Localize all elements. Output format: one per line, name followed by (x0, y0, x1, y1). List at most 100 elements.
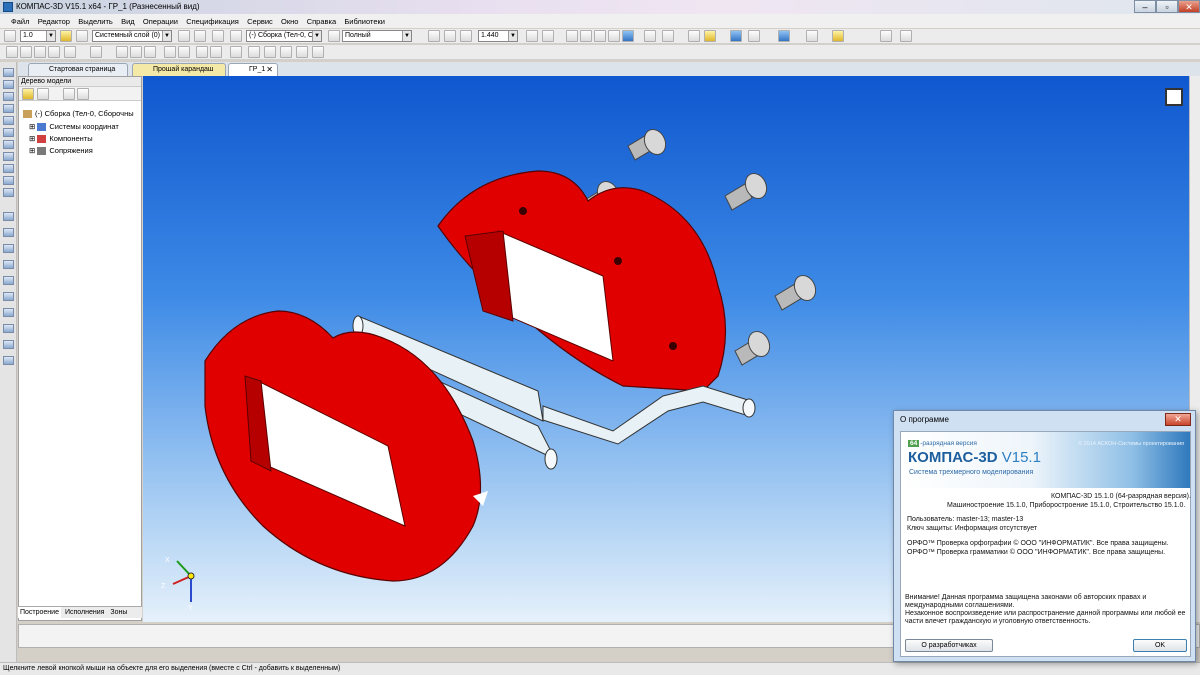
menu-libraries[interactable]: Библиотеки (341, 14, 388, 26)
snap-icon[interactable] (60, 30, 72, 42)
zoom-out-icon[interactable] (444, 30, 456, 42)
redo-icon[interactable] (210, 46, 222, 58)
save-file-icon[interactable] (34, 46, 46, 58)
mcc-icon[interactable] (296, 46, 308, 58)
thin-lines-icon[interactable] (594, 30, 606, 42)
tool-14-icon[interactable] (3, 244, 14, 253)
properties-icon[interactable] (880, 30, 892, 42)
selection-icon[interactable] (832, 30, 844, 42)
halftone-icon[interactable] (608, 30, 620, 42)
paste-props-icon[interactable] (194, 30, 206, 42)
perspective-icon[interactable] (662, 30, 674, 42)
tool-3-icon[interactable] (3, 92, 14, 101)
copy-props-icon[interactable] (178, 30, 190, 42)
tab-zones[interactable]: Зоны (108, 607, 129, 618)
layer-icon[interactable] (76, 30, 88, 42)
mode-combo[interactable]: Полный ▼ (342, 30, 412, 42)
zoom-in-icon[interactable] (428, 30, 440, 42)
menu-service[interactable]: Сервис (244, 14, 276, 26)
zoom-combo[interactable]: 1.440 ▼ (478, 30, 518, 42)
open-file-icon[interactable] (20, 46, 32, 58)
library-manager-icon[interactable] (264, 46, 276, 58)
shaded-icon[interactable] (622, 30, 634, 42)
tree-node-coordinate-systems[interactable]: ⊞ Системы координат (29, 122, 119, 132)
tool-20-icon[interactable] (3, 340, 14, 349)
tool-8-icon[interactable] (3, 152, 14, 161)
undo-icon[interactable] (196, 46, 208, 58)
tool-9-icon[interactable] (3, 164, 14, 173)
tool-4-icon[interactable] (3, 104, 14, 113)
expand-icon[interactable]: ⊞ (29, 146, 35, 155)
more-icon[interactable] (900, 30, 912, 42)
close-tab-icon[interactable]: ✕ (266, 64, 273, 76)
rotate-icon[interactable] (526, 30, 538, 42)
filter-icon[interactable] (730, 30, 742, 42)
preview-icon[interactable] (90, 46, 102, 58)
menu-view[interactable]: Вид (118, 14, 138, 26)
library-icon[interactable] (778, 30, 790, 42)
tool-10-icon[interactable] (3, 176, 14, 185)
print-icon[interactable] (64, 46, 76, 58)
assembly-combo[interactable]: (-) Сборка (Тел-0, С ▼ (246, 30, 322, 42)
tab-start-page[interactable]: Стартовая страница (28, 63, 128, 76)
tool-13-icon[interactable] (3, 228, 14, 237)
tool-21-icon[interactable] (3, 356, 14, 365)
pan-icon[interactable] (542, 30, 554, 42)
step-icon[interactable] (4, 30, 16, 42)
tree-node-assembly[interactable]: (-) Сборка (Тел-0, Сборочны (23, 109, 134, 119)
tree-collapse-icon[interactable] (63, 88, 75, 100)
tool-19-icon[interactable] (3, 324, 14, 333)
tool-17-icon[interactable] (3, 292, 14, 301)
minimize-button[interactable]: – (1134, 0, 1156, 13)
tree-icon[interactable] (312, 46, 324, 58)
tree-view-icon[interactable] (37, 88, 49, 100)
tool-7-icon[interactable] (3, 140, 14, 149)
menu-editor[interactable]: Редактор (35, 14, 73, 26)
tool-2-icon[interactable] (3, 80, 14, 89)
tab-gr1[interactable]: ГР_1 ✕ (228, 63, 278, 76)
new-file-icon[interactable] (6, 46, 18, 58)
expand-icon[interactable]: ⊞ (29, 134, 35, 143)
tool-15-icon[interactable] (3, 260, 14, 269)
tree-node-components[interactable]: ⊞ Компоненты (29, 134, 93, 144)
tool-16-icon[interactable] (3, 276, 14, 285)
tool-1-icon[interactable] (3, 68, 14, 77)
hidden-lines-icon[interactable] (580, 30, 592, 42)
tool-6-icon[interactable] (3, 128, 14, 137)
tool-11-icon[interactable] (3, 188, 14, 197)
ok-button[interactable]: OK (1133, 639, 1187, 652)
manager-icon[interactable] (248, 46, 260, 58)
assembly-icon[interactable] (230, 30, 242, 42)
cut-icon[interactable] (116, 46, 128, 58)
section-icon[interactable] (688, 30, 700, 42)
wireframe-icon[interactable] (566, 30, 578, 42)
properties-panel-icon[interactable] (178, 46, 190, 58)
menu-help[interactable]: Справка (304, 14, 339, 26)
snap-settings-icon[interactable] (748, 30, 760, 42)
developers-button[interactable]: О разработчиках (905, 639, 993, 652)
tool-18-icon[interactable] (3, 308, 14, 317)
menu-window[interactable]: Окно (278, 14, 301, 26)
orientation-icon[interactable] (644, 30, 656, 42)
copy-icon[interactable] (130, 46, 142, 58)
tool-12-icon[interactable] (3, 212, 14, 221)
dialog-close-button[interactable]: ✕ (1165, 413, 1191, 426)
layer-combo[interactable]: Системный слой (0) ▼ (92, 30, 172, 42)
menu-specification[interactable]: Спецификация (183, 14, 242, 26)
maximize-button[interactable]: ▫ (1156, 0, 1178, 13)
close-window-button[interactable]: ✕ (1178, 0, 1200, 13)
expand-icon[interactable]: ⊞ (29, 122, 35, 131)
menu-operations[interactable]: Операции (140, 14, 181, 26)
help-icon[interactable] (230, 46, 242, 58)
zoom-frame-icon[interactable] (460, 30, 472, 42)
light-icon[interactable] (704, 30, 716, 42)
measure-icon[interactable] (806, 30, 818, 42)
paste-icon[interactable] (144, 46, 156, 58)
view-orientation-icon[interactable] (1165, 88, 1183, 106)
tree-filter-icon[interactable] (22, 88, 34, 100)
rebuild-icon[interactable] (164, 46, 176, 58)
variables-icon[interactable] (280, 46, 292, 58)
menu-select[interactable]: Выделить (75, 14, 116, 26)
menu-file[interactable]: Файл (8, 14, 32, 26)
tree-expand-icon[interactable] (77, 88, 89, 100)
